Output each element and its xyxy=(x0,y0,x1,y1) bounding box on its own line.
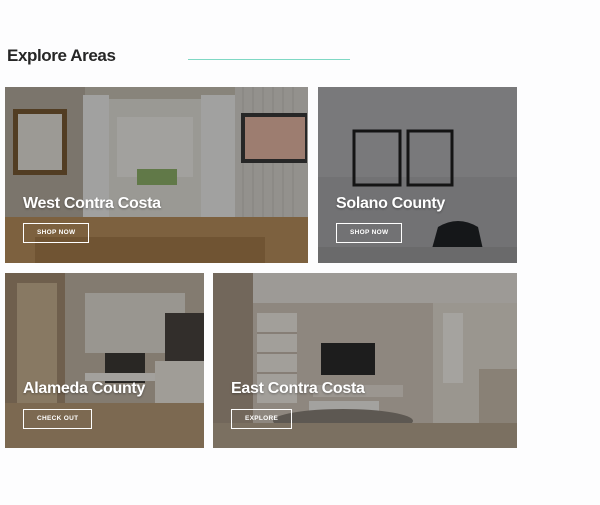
shop-now-button[interactable]: SHOP NOW xyxy=(23,223,90,243)
card-title: East Contra Costa xyxy=(231,380,365,397)
check-out-button[interactable]: CHECK OUT xyxy=(23,409,93,429)
explore-button[interactable]: EXPLORE xyxy=(231,409,293,429)
card-title: West Contra Costa xyxy=(23,195,161,212)
area-card-east-contra-costa[interactable]: East Contra Costa EXPLORE xyxy=(213,273,517,448)
area-card-solano-county[interactable]: Solano County SHOP NOW xyxy=(318,87,517,263)
area-card-alameda-county[interactable]: Alameda County CHECK OUT xyxy=(5,273,204,448)
title-underline xyxy=(188,59,350,60)
card-title: Alameda County xyxy=(23,380,146,397)
card-title: Solano County xyxy=(336,195,445,212)
area-card-west-contra-costa[interactable]: West Contra Costa SHOP NOW xyxy=(5,87,308,263)
section-title: Explore Areas xyxy=(7,46,116,65)
shop-now-button[interactable]: SHOP NOW xyxy=(336,223,403,243)
